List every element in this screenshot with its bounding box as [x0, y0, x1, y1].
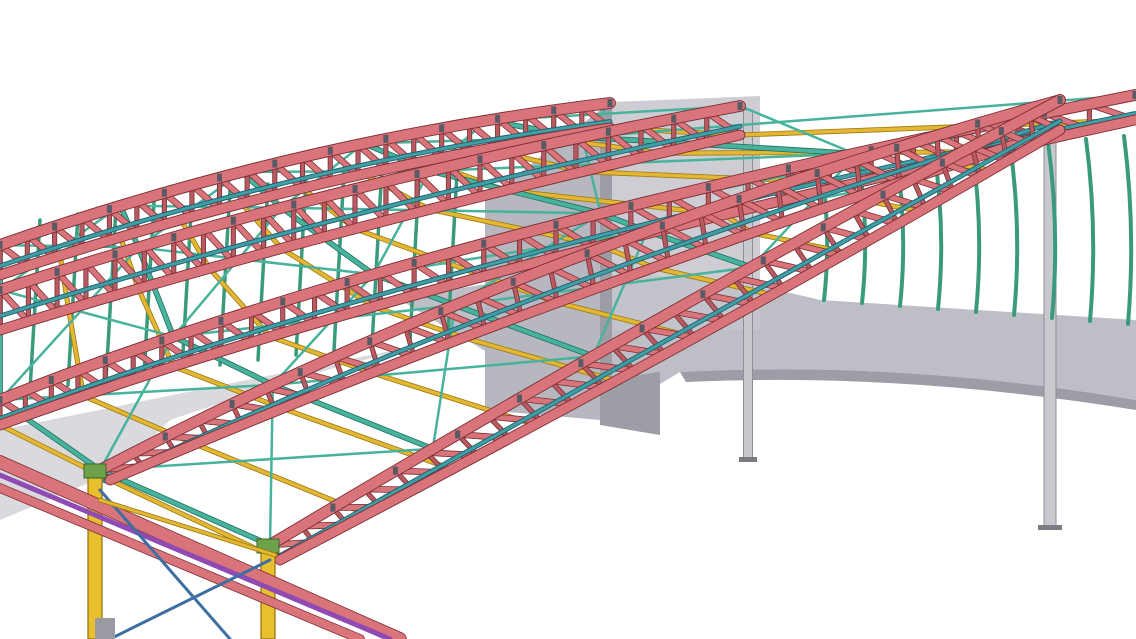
connection-plate-23 [705, 183, 711, 192]
connection-plate-5 [392, 466, 398, 475]
connection-plate-21 [551, 106, 557, 115]
connection-plate-9 [230, 216, 236, 225]
wall-batten-8 [1084, 137, 1096, 323]
connection-plate-9 [218, 316, 224, 325]
connection-plate-23 [894, 143, 900, 152]
front-frame-layer [0, 455, 407, 639]
connection-plate-19 [736, 194, 742, 203]
connection-plate-7 [455, 430, 461, 439]
purlin-4-3 [280, 406, 454, 471]
connection-plate-13 [344, 278, 350, 287]
connection-plate-13 [327, 146, 333, 155]
connection-plate-17 [439, 124, 445, 133]
connection-plate-3 [162, 432, 168, 441]
connection-plate-19 [553, 220, 559, 229]
connection-plate-21 [628, 201, 634, 210]
connection-plate-17 [659, 221, 665, 230]
connection-plate-1 [0, 396, 3, 404]
connection-plate-17 [481, 239, 487, 248]
connection-plate-1 [0, 286, 3, 294]
connection-plate-11 [578, 359, 584, 368]
connection-plate-11 [438, 307, 444, 316]
connection-plate-7 [171, 233, 177, 242]
wall-batten-6 [1008, 143, 1020, 317]
connection-plate-11 [280, 297, 286, 306]
connection-plate-19 [820, 223, 826, 232]
connection-plate-15 [383, 134, 389, 143]
wall-batten-9 [1122, 134, 1134, 326]
connection-plate-27 [1057, 96, 1063, 104]
connection-plate-5 [106, 205, 112, 214]
connection-plate-5 [229, 399, 235, 408]
wall-batten-left-10 [370, 164, 384, 347]
connection-plate-21 [880, 190, 886, 199]
connection-plate-21 [814, 168, 820, 177]
connection-plate-23 [671, 114, 677, 123]
connection-plate-25 [737, 102, 743, 110]
connection-plate-3 [48, 376, 54, 385]
connection-plate-15 [700, 290, 706, 299]
connection-plate-7 [159, 336, 165, 345]
connection-plate-3 [330, 503, 336, 512]
connection-plate-23 [607, 99, 613, 107]
connection-plate-9 [367, 337, 373, 346]
post-base-plate-1 [739, 457, 757, 462]
connection-plate-5 [112, 250, 118, 259]
model-viewport[interactable] [0, 0, 1136, 639]
connection-plate-13 [352, 185, 358, 193]
connection-plate-33 [1132, 91, 1136, 99]
connection-plate-21 [605, 127, 611, 136]
connection-plate-7 [297, 368, 303, 377]
edge-beam-front [0, 456, 406, 639]
connection-plate-25 [998, 127, 1004, 136]
connection-plate-19 [495, 114, 501, 123]
connection-plate-9 [516, 394, 522, 403]
connection-plate-13 [510, 277, 516, 286]
post-base-plate-2 [1038, 525, 1062, 530]
connection-plate-3 [54, 267, 60, 276]
connection-plate-1 [0, 241, 3, 249]
connection-plate-17 [477, 155, 483, 164]
connection-plate-17 [760, 256, 766, 265]
connection-plate-23 [939, 158, 945, 167]
connection-plate-9 [217, 173, 223, 182]
connection-plate-19 [541, 141, 547, 150]
connection-plate-15 [411, 258, 417, 267]
connection-plate-3 [52, 222, 58, 231]
column-cap-1 [83, 463, 107, 479]
connection-plate-15 [414, 169, 420, 178]
connection-plate-25 [785, 164, 791, 173]
connection-plate-11 [272, 159, 278, 168]
connection-plate-13 [639, 324, 645, 333]
structural-model-3d-view[interactable] [0, 0, 1136, 639]
connection-plate-11 [291, 200, 297, 209]
connection-plate-25 [975, 119, 981, 128]
connection-plate-7 [161, 188, 167, 197]
column-base-1 [95, 618, 115, 639]
steel-post-1 [743, 109, 753, 461]
connection-plate-15 [584, 249, 590, 258]
connection-plate-5 [102, 356, 108, 365]
